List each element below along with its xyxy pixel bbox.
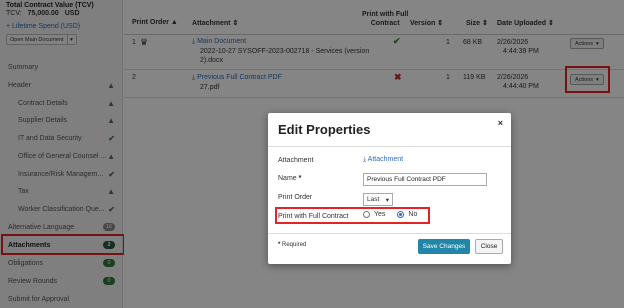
name-label: Name * bbox=[278, 175, 301, 182]
dialog-divider bbox=[268, 146, 511, 147]
attachment-label: Attachment bbox=[278, 157, 314, 164]
attachment-link-label: Attachment bbox=[367, 156, 404, 163]
edit-properties-dialog: Edit Properties × Attachment ⤓ Attachmen… bbox=[268, 113, 511, 264]
save-changes-button[interactable]: Save Changes bbox=[418, 239, 470, 254]
required-mark: * bbox=[278, 242, 281, 248]
print-order-select[interactable]: Last ▾ bbox=[363, 193, 393, 206]
dialog-title: Edit Properties bbox=[278, 122, 371, 137]
dialog-divider bbox=[268, 233, 511, 234]
print-order-value: Last bbox=[367, 196, 380, 203]
required-note: * Required bbox=[278, 242, 306, 248]
name-label-text: Name bbox=[278, 175, 297, 182]
required-mark: * bbox=[298, 175, 302, 182]
name-input[interactable] bbox=[363, 173, 487, 186]
required-note-text: Required bbox=[282, 242, 307, 248]
attachment-download-link[interactable]: ⤓ Attachment bbox=[363, 156, 403, 164]
download-icon: ⤓ bbox=[363, 156, 367, 163]
print-full-contract-highlight-box bbox=[275, 207, 430, 224]
chevron-down-icon: ▾ bbox=[385, 196, 389, 204]
close-button[interactable]: Close bbox=[475, 239, 503, 254]
close-icon[interactable]: × bbox=[498, 118, 503, 128]
print-order-label: Print Order bbox=[278, 194, 313, 201]
